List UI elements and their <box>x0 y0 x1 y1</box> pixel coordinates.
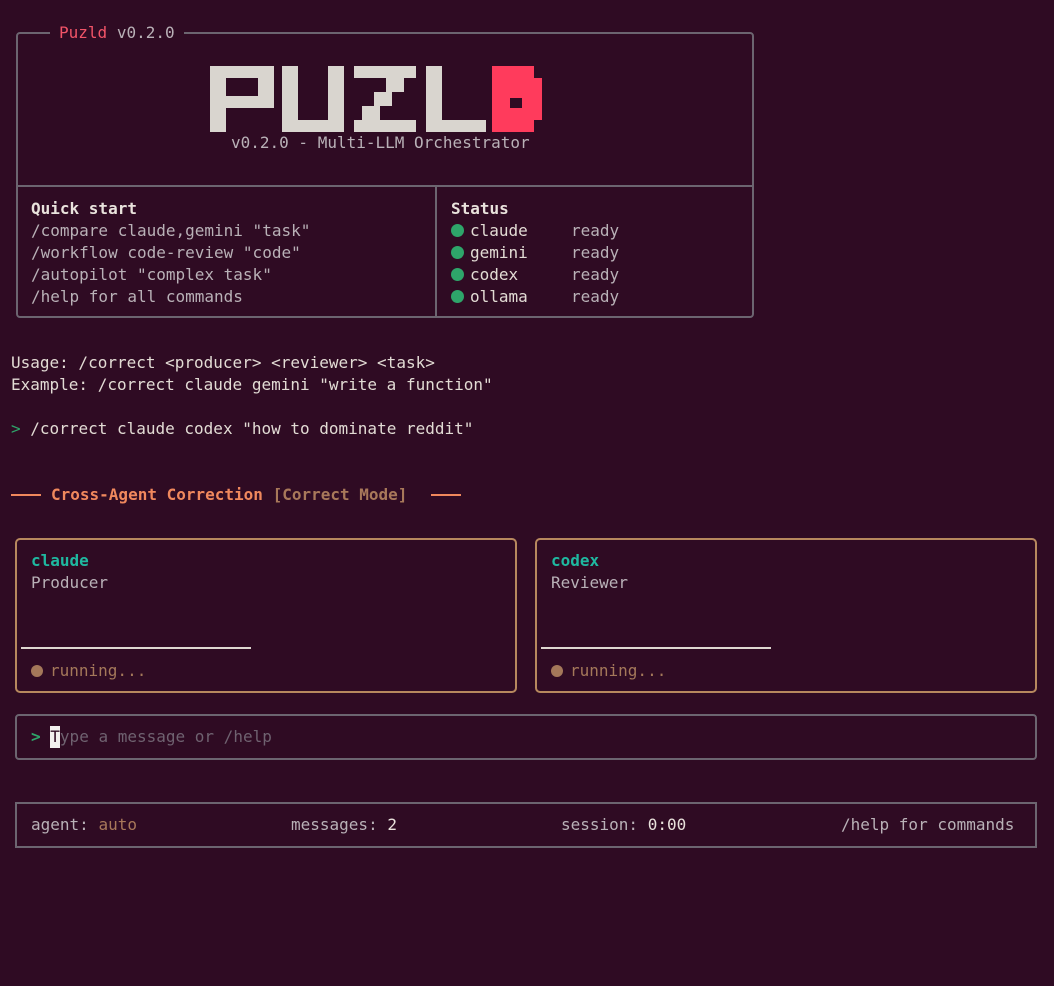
app-version: v0.2.0 <box>116 23 175 42</box>
running-dot-icon <box>31 665 43 677</box>
header-title: Puzld v0.2.0 <box>50 22 184 44</box>
status-dot-icon <box>451 268 464 281</box>
card-status-text: running... <box>570 661 667 680</box>
mode-badge: [Correct Mode] <box>272 485 408 504</box>
agent-name: ollama <box>470 287 528 306</box>
header-divider <box>16 185 754 187</box>
quick-start-title: Quick start <box>31 199 137 218</box>
agent-state: ready <box>571 287 620 306</box>
agent-state: ready <box>571 265 620 284</box>
message-input-content[interactable]: > Type a message or /help <box>31 726 272 748</box>
command-text: /correct claude codex "how to dominate r… <box>30 419 474 438</box>
running-dot-icon <box>551 665 563 677</box>
status-session-value: 0:00 <box>647 815 687 834</box>
status-session-label: session: <box>561 815 639 834</box>
status-row-gemini: gemini <box>451 242 528 264</box>
status-row-ollama: ollama <box>451 286 528 308</box>
usage-line: Usage: /correct <producer> <reviewer> <t… <box>11 353 435 372</box>
status-agent-label: agent: <box>31 815 89 834</box>
status-messages-label: messages: <box>291 815 378 834</box>
header-subtitle: v0.2.0 - Multi-LLM Orchestrator <box>231 133 530 152</box>
card-agent-name: claude <box>31 551 89 570</box>
prompt-symbol: > <box>11 419 21 438</box>
app-name: Puzld <box>59 23 108 42</box>
agent-name: claude <box>470 221 528 240</box>
text-cursor: T <box>50 726 60 748</box>
mode-header: Cross-Agent Correction [Correct Mode] <box>51 484 407 506</box>
mode-rule-left <box>11 494 41 496</box>
quick-start-item: /compare claude,gemini "task" <box>31 221 311 240</box>
agent-state: ready <box>571 243 620 262</box>
card-progress-bar <box>541 647 771 649</box>
card-agent-name: codex <box>551 551 600 570</box>
status-messages-value: 2 <box>387 815 397 834</box>
quick-start-item: /help for all commands <box>31 287 243 306</box>
card-progress-bar <box>21 647 251 649</box>
status-row-codex: codex <box>451 264 518 286</box>
status-row-claude: claude <box>451 220 528 242</box>
agent-name: codex <box>470 265 519 284</box>
command-line: > /correct claude codex "how to dominate… <box>11 418 473 440</box>
mode-rule-right <box>431 494 461 496</box>
quick-start-item: /workflow code-review "code" <box>31 243 301 262</box>
status-dot-icon <box>451 290 464 303</box>
status-dot-icon <box>451 246 464 259</box>
input-placeholder: ype a message or /help <box>59 727 272 746</box>
agent-name: gemini <box>470 243 528 262</box>
status-dot-icon <box>451 224 464 237</box>
status-session: session: 0:00 <box>561 814 686 836</box>
status-title: Status <box>451 199 509 218</box>
card-status: running... <box>551 660 666 682</box>
quick-start-item: /autopilot "complex task" <box>31 265 272 284</box>
card-status-text: running... <box>50 661 147 680</box>
input-prompt-symbol: > <box>31 727 41 746</box>
example-line: Example: /correct claude gemini "write a… <box>11 375 493 394</box>
status-messages: messages: 2 <box>291 814 397 836</box>
status-agent-value: auto <box>98 815 137 834</box>
card-role: Producer <box>31 573 109 592</box>
card-status: running... <box>31 660 146 682</box>
card-role: Reviewer <box>551 573 629 592</box>
status-help: /help for commands <box>841 815 1015 834</box>
agent-state: ready <box>571 221 620 240</box>
status-agent: agent: auto <box>31 814 137 836</box>
mode-title: Cross-Agent Correction <box>51 485 263 504</box>
header-column-divider <box>435 186 437 318</box>
